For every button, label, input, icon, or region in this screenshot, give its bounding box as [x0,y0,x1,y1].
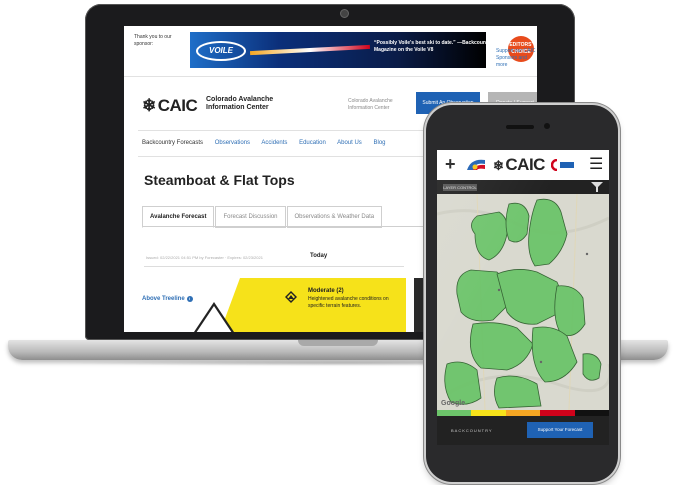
colorado-flag-icon[interactable] [465,158,487,172]
zone-label-text: Above Treeline [142,296,185,302]
nav-item-blog[interactable]: Blog [373,140,385,146]
plus-icon[interactable]: + [445,154,456,175]
nav-item-about[interactable]: About Us [337,140,362,146]
phone-earpiece [506,125,534,129]
phone-header: + ❄ CAIC ☰ [437,150,609,181]
main-nav: Backcountry Forecasts Observations Accid… [142,140,396,146]
caic-logo[interactable]: ❄ CAIC [142,96,198,116]
today-label: Today [310,253,328,259]
caic-logo-text: CAIC [157,96,198,115]
tab-avalanche-forecast[interactable]: Avalanche Forecast [142,206,215,228]
google-watermark: Google [441,400,466,407]
snowflake-icon: ❄ [142,96,156,115]
info-icon[interactable]: i [186,296,193,302]
danger-description: Heightened avalanche conditions on speci… [308,296,389,309]
forecast-tabs: Avalanche Forecast Forecast Discussion Obs… [142,206,383,228]
tab-observations-weather[interactable]: Observations & Weather Data [286,206,383,228]
user-text: Colorado Avalanche Information Center [348,98,393,111]
elevation-triangle-inner [196,306,232,332]
laptop-notch [298,340,378,346]
caic-logo-subtitle: Colorado Avalanche Information Center [206,96,274,111]
phone-caic-logo[interactable]: ❄ CAIC [493,155,545,175]
issued-text: Issued: 02/22/2021 04:51 PM by Forecaste… [146,255,263,260]
sponsor-strip: Thank you to our sponsor: VOILE “Possibl… [124,26,537,77]
phone-sponsor: BACKCOUNTRY [451,428,493,433]
danger-level-icon [285,291,297,303]
support-forecast-button[interactable]: Support Your Forecast [527,422,593,438]
hamburger-icon[interactable]: ☰ [589,154,603,174]
cdot-logo-icon[interactable] [551,159,575,171]
phone-screen: + ❄ CAIC ☰ LAYER CONTROL Google BACKCOUN… [437,150,609,445]
filter-icon[interactable] [591,182,603,192]
voile-logo: VOILE [196,41,246,61]
nav-item-education[interactable]: Education [299,140,326,146]
snowflake-icon: ❄ [493,158,504,173]
sponsor-support-link[interactable]: Support our CAIC Sponsors and more [496,48,536,69]
phone-camera [544,123,550,129]
tab-forecast-discussion[interactable]: Forecast Discussion [215,206,286,228]
ad-quote: “Possibly Voile's best ski to date.” —Ba… [374,40,493,53]
sponsor-ad-banner[interactable]: VOILE “Possibly Voile's best ski to date… [190,32,534,68]
layer-control-button[interactable]: LAYER CONTROL [443,184,477,191]
forecast-divider [144,266,404,267]
danger-title: Moderate (2) [308,288,344,294]
nav-item-forecasts[interactable]: Backcountry Forecasts [142,140,203,146]
laptop-camera [340,9,349,18]
forecast-zone-map[interactable] [437,194,609,410]
zone-label-above-treeline[interactable]: Above Treeline i [142,296,193,302]
nav-item-accidents[interactable]: Accidents [261,140,287,146]
nav-item-observations[interactable]: Observations [215,140,250,146]
phone-caic-logo-text: CAIC [505,155,545,174]
ski-graphic [249,44,371,56]
sponsor-thanks-text: Thank you to our sponsor: [134,34,172,47]
page-title: Steamboat & Flat Tops [144,172,295,188]
